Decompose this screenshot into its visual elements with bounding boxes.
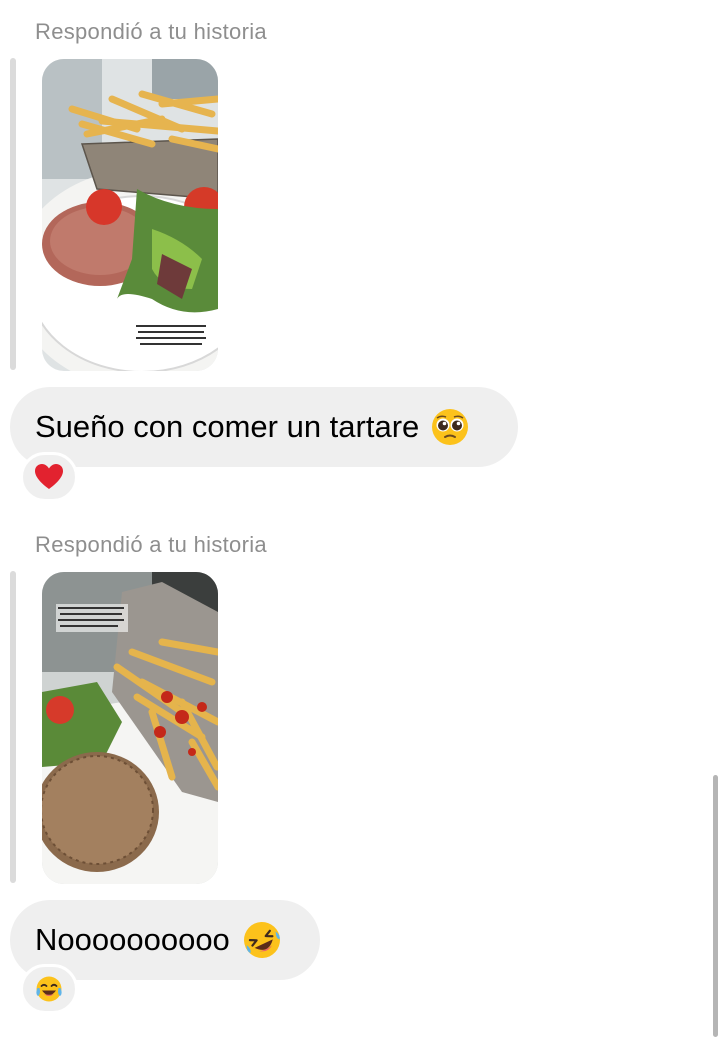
reply-indicator-line xyxy=(10,58,16,370)
reaction-badge[interactable] xyxy=(20,964,78,1014)
story-thumbnail[interactable] xyxy=(42,59,218,371)
message-text: Sueño con comer un tartare xyxy=(35,409,420,444)
story-thumbnail[interactable] xyxy=(42,572,218,884)
message-text: Noooooooooo xyxy=(35,922,230,957)
reply-indicator-line xyxy=(10,571,16,883)
reply-caption: Respondió a tu historia xyxy=(35,532,267,557)
rolling-on-floor-laughing-icon xyxy=(243,922,280,958)
pleading-face-icon xyxy=(432,409,469,445)
story-image-burger xyxy=(42,572,218,884)
message-bubble[interactable]: Sueño con comer un tartare xyxy=(10,387,518,467)
tears-of-joy-icon xyxy=(36,976,62,1002)
reply-caption: Respondió a tu historia xyxy=(35,19,267,44)
story-image-tartare xyxy=(42,59,218,371)
red-heart-icon xyxy=(35,464,63,489)
reaction-badge[interactable] xyxy=(20,452,78,502)
scrollbar-thumb[interactable] xyxy=(713,775,718,1037)
